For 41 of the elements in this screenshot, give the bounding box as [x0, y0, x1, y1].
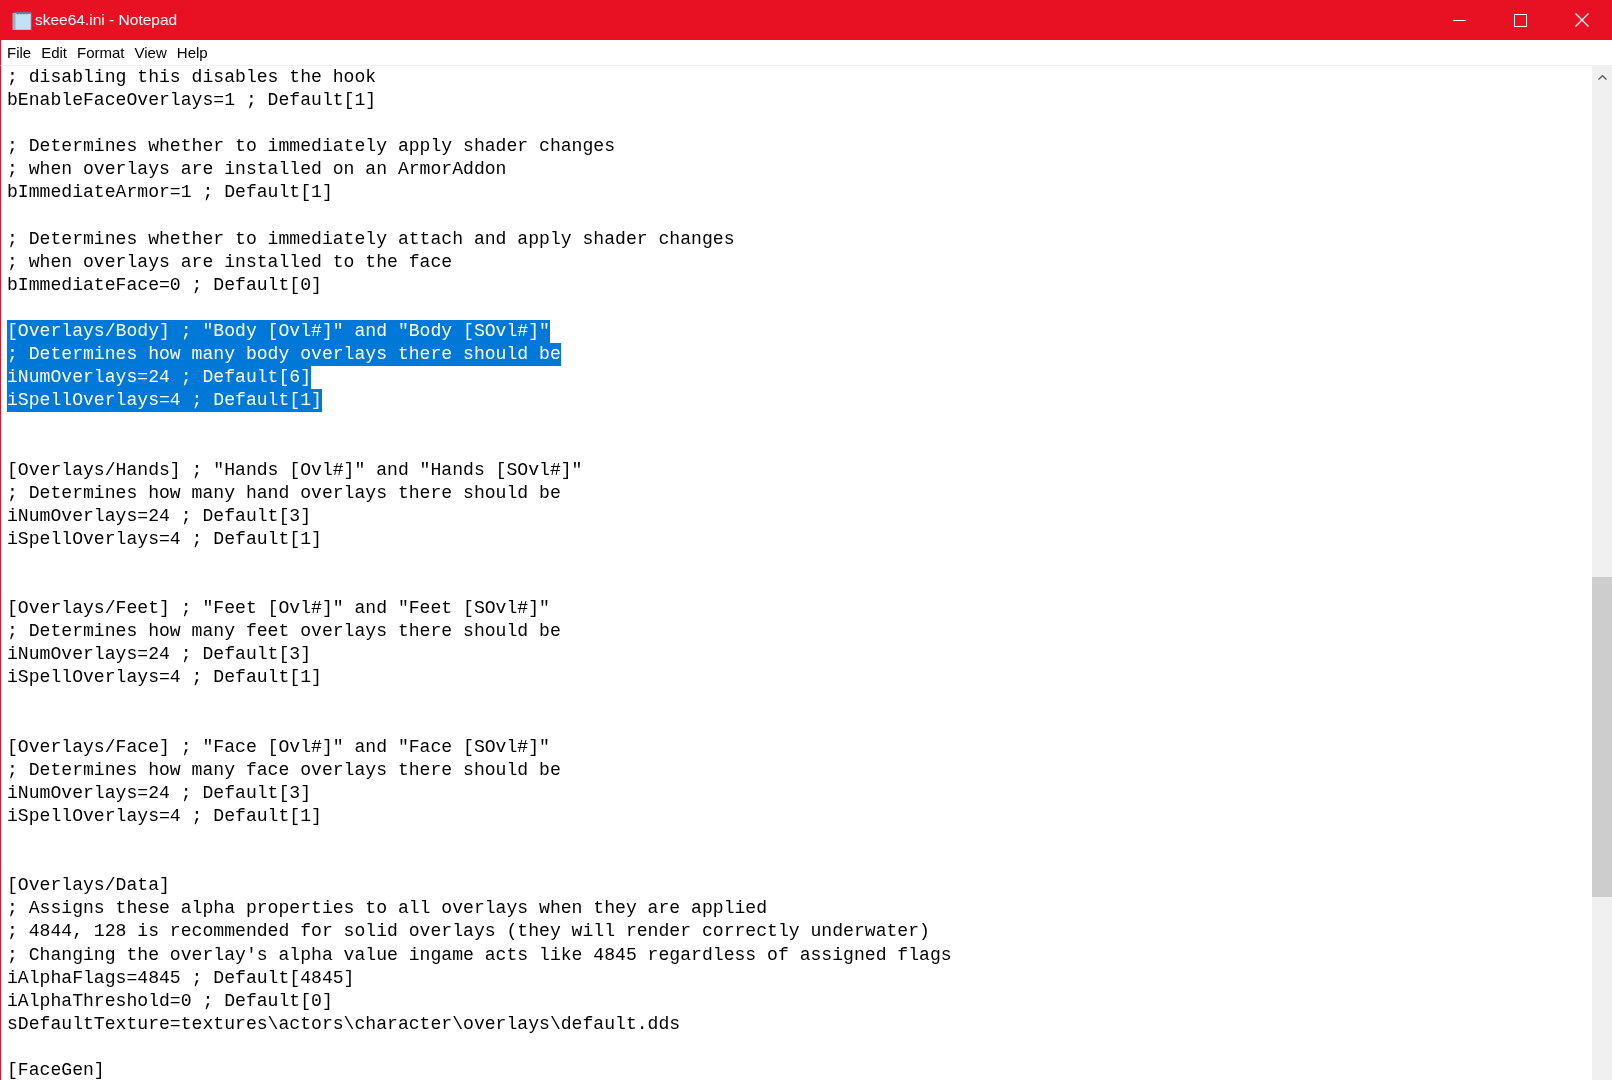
text-line: [FaceGen] [7, 1059, 105, 1080]
minimize-icon [1453, 19, 1466, 21]
text-line: iNumOverlays=24 ; Default[3] [7, 504, 312, 528]
window-title: skee64.ini - Notepad [35, 11, 178, 29]
text-line: ; Determines whether to immediately attach and apply shader changes [7, 227, 735, 251]
maximize-icon [1514, 13, 1527, 27]
text-line: ; when overlays are installed to the face [7, 250, 453, 274]
caret-up-icon [1597, 74, 1607, 80]
scrollbar-thumb[interactable] [1592, 577, 1612, 897]
close-icon [1574, 13, 1589, 27]
text-line: iAlphaThreshold=0 ; Default[0] [7, 989, 333, 1013]
vertical-scrollbar[interactable] [1592, 66, 1612, 1080]
text-line: iAlphaFlags=4845 ; Default[4845] [7, 966, 355, 990]
menu-item[interactable]: Help [175, 44, 209, 61]
text-line: bImmediateFace=0 ; Default[0] [7, 273, 322, 297]
text-line: ; disabling this disables the hook [7, 66, 377, 89]
text-line: iSpellOverlays=4 ; Default[1] [7, 527, 322, 551]
menu-item[interactable]: View [133, 44, 168, 61]
text-line: bImmediateArmor=1 ; Default[1] [7, 181, 333, 205]
menu-item[interactable]: Format [76, 44, 126, 61]
text-line: [Overlays/Face] ; "Face [Ovl#]" and "Face [SOvl#]" [7, 735, 550, 759]
text-line: iSpellOverlays=4 ; Default[1] [7, 666, 322, 690]
text-line: iNumOverlays=24 ; Default[3] [7, 643, 312, 667]
text-line: ; Determines whether to immediately apply shader changes [7, 135, 616, 159]
text-line: sDefaultTexture=textures\actors\character\overlays\default.dds [7, 1012, 681, 1036]
text-line: ; Assigns these alpha properties to all overlays when they are applied [7, 897, 768, 921]
text-line: ; Determines how many hand overlays there should be [7, 481, 561, 505]
text-line: ; when overlays are installed on an ArmorAddon [7, 158, 507, 182]
text-line: ; Determines how many feet overlays there should be [7, 620, 561, 644]
text-line: bEnableFaceOverlays=1 ; Default[1] [7, 89, 377, 113]
menu-item[interactable]: File [6, 44, 33, 61]
menu-item[interactable]: Edit [40, 44, 69, 61]
text-line: iSpellOverlays=4 ; Default[1] [7, 805, 322, 828]
notepad-icon [12, 10, 32, 30]
text-line: [Overlays/Data] [7, 874, 170, 898]
text-line: [Overlays/Feet] ; "Feet [Ovl#]" and "Feet [SOvl#]" [7, 597, 550, 621]
text-line: [Overlays/Hands] ; "Hands [Ovl#]" and "Hands [SOvl#]" [7, 458, 583, 482]
text-line: ; Determines how many face overlays there should be [7, 758, 561, 782]
text-line: ; 4844, 128 is recommended for solid overlays (they will render correctly underwater) [7, 920, 930, 944]
text-line: iNumOverlays=24 ; Default[3] [7, 781, 312, 805]
text-line: ; Changing the overlay's alpha value ingame acts like 4845 regardless of assigned flags [7, 943, 952, 967]
